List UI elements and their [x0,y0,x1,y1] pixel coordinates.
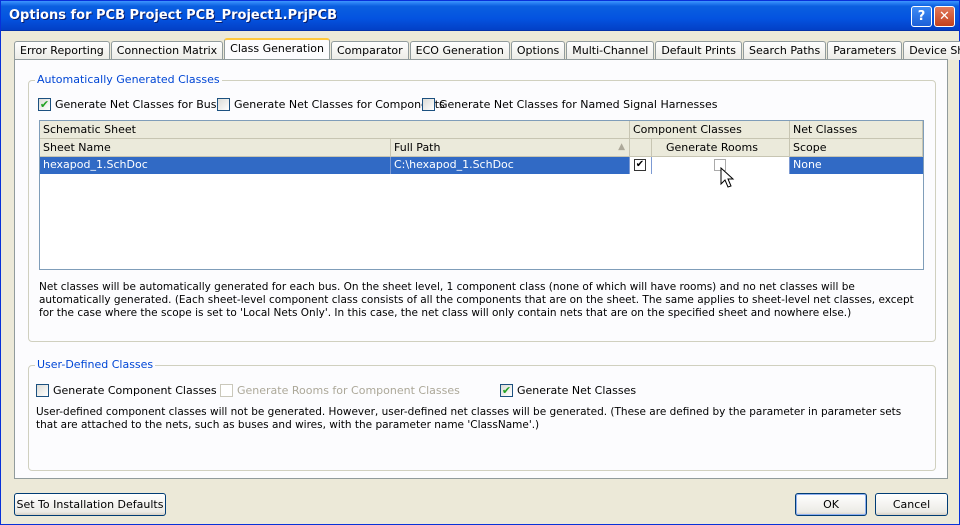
tab-class-generation[interactable]: Class Generation [224,38,330,59]
column-header-generate-rooms[interactable]: Generate Rooms [652,139,790,157]
buses-label: Generate Net Classes for Buses [55,98,229,111]
table-row[interactable]: hexapod_1.SchDoc C:\hexapod_1.SchDoc ✔ N… [40,157,923,174]
checkmark-icon: ✔ [500,384,513,397]
column-header-scope[interactable]: Scope [790,139,923,157]
tab-multi-channel[interactable]: Multi-Channel [566,41,655,60]
harnesses-label: Generate Net Classes for Named Signal Ha… [439,98,718,111]
checkbox-empty-icon [220,384,233,397]
title-bar[interactable]: Options for PCB Project PCB_Project1.Prj… [1,1,959,31]
generate-component-classes-checkbox[interactable]: Generate Component Classes [36,384,217,397]
generate-net-classes-buses-checkbox[interactable]: ✔ Generate Net Classes for Buses [38,98,229,111]
checkmark-icon: ✔ [634,159,646,171]
tab-device-sheets[interactable]: Device Sheets [903,41,960,60]
options-dialog: Options for PCB Project PCB_Project1.Prj… [0,0,960,525]
sheet-class-grid[interactable]: Schematic Sheet Component Classes Net Cl… [39,120,924,270]
full-path-cell[interactable]: C:\hexapod_1.SchDoc [391,157,630,174]
auto-classes-description: Net classes will be automatically genera… [39,281,914,319]
set-installation-defaults-button[interactable]: Set To Installation Defaults [14,493,166,516]
group-header-net-classes: Net Classes [790,121,923,139]
close-icon: ✕ [939,9,950,24]
net-classes-label: Generate Net Classes [517,384,637,397]
tab-search-paths[interactable]: Search Paths [743,41,827,60]
close-button[interactable]: ✕ [934,6,955,27]
column-header-component-check[interactable] [630,139,652,157]
tab-connection-matrix[interactable]: Connection Matrix [110,41,224,60]
auto-classes-title: Automatically Generated Classes [35,73,222,86]
cancel-button[interactable]: Cancel [875,493,948,516]
window-title: Options for PCB Project PCB_Project1.Prj… [9,8,337,23]
mouse-pointer-icon [720,167,735,188]
tab-default-prints[interactable]: Default Prints [655,41,743,60]
tab-eco-generation[interactable]: ECO Generation [409,41,510,60]
column-header-full-path[interactable]: Full Path ▲ [391,139,630,157]
generate-rooms-checkbox: Generate Rooms for Component Classes [220,384,460,397]
sort-ascending-icon: ▲ [618,142,625,152]
checkbox-empty-icon [422,98,435,111]
tab-error-reporting[interactable]: Error Reporting [14,41,110,60]
help-button[interactable]: ? [911,6,932,27]
full-path-label: Full Path [394,141,441,154]
components-label: Generate Net Classes for Components [234,98,445,111]
user-classes-description: User-defined component classes will not … [36,406,902,431]
checkmark-icon: ✔ [38,98,51,111]
ok-button[interactable]: OK [795,493,867,516]
sheet-name-cell[interactable]: hexapod_1.SchDoc [40,157,391,174]
tab-comparator[interactable]: Comparator [330,41,409,60]
tab-strip: Error Reporting Connection Matrix Class … [14,38,960,60]
group-header-component-classes: Component Classes [630,121,790,139]
checkbox-empty-icon [36,384,49,397]
generate-net-classes-checkbox[interactable]: ✔ Generate Net Classes [500,384,636,397]
component-class-cell[interactable]: ✔ [630,157,652,174]
component-classes-label: Generate Component Classes [53,384,217,397]
user-classes-title: User-Defined Classes [35,358,156,371]
rooms-label: Generate Rooms for Component Classes [237,384,460,397]
generate-net-classes-components-checkbox[interactable]: Generate Net Classes for Components [217,98,445,111]
scope-cell[interactable]: None [790,157,923,174]
tab-parameters[interactable]: Parameters [827,41,903,60]
checkbox-empty-icon [217,98,230,111]
group-header-schematic-sheet: Schematic Sheet [40,121,630,139]
help-icon: ? [917,9,926,24]
column-header-sheet-name[interactable]: Sheet Name [40,139,391,157]
generate-net-classes-harnesses-checkbox[interactable]: Generate Net Classes for Named Signal Ha… [422,98,718,111]
tab-options[interactable]: Options [510,41,566,60]
